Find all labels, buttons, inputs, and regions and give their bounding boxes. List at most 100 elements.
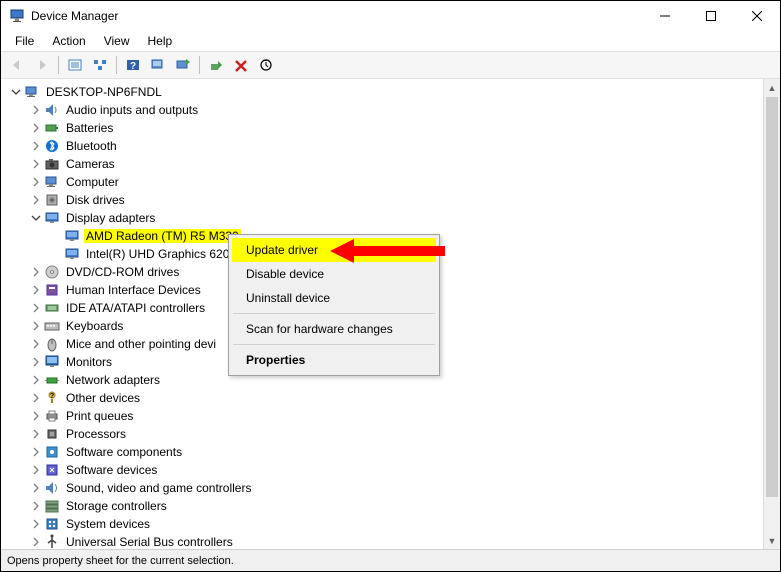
tree-category[interactable]: Sound, video and game controllers xyxy=(5,479,763,497)
tree-label: Other devices xyxy=(64,391,142,405)
toolbar-separator xyxy=(116,56,117,74)
tree-label: Storage controllers xyxy=(64,499,169,513)
toolbar-separator xyxy=(58,56,59,74)
tree-category[interactable]: Universal Serial Bus controllers xyxy=(5,533,763,549)
device-manager-window: Device Manager File Action View Help ? D… xyxy=(0,0,781,572)
tree-root[interactable]: DESKTOP-NP6FNDL xyxy=(5,83,763,101)
scroll-thumb[interactable] xyxy=(766,97,778,497)
menu-action[interactable]: Action xyxy=(44,33,93,49)
expand-icon[interactable] xyxy=(29,158,42,171)
network-icon xyxy=(44,372,60,388)
tree-label: Intel(R) UHD Graphics 620 xyxy=(84,247,231,261)
expand-icon[interactable] xyxy=(29,482,42,495)
bluetooth-icon xyxy=(44,138,60,154)
expand-icon[interactable] xyxy=(29,428,42,441)
tree-label: Sound, video and game controllers xyxy=(64,481,253,495)
expand-icon[interactable] xyxy=(29,338,42,351)
expand-icon[interactable] xyxy=(29,320,42,333)
expand-icon[interactable] xyxy=(29,302,42,315)
tree-label: Display adapters xyxy=(64,211,157,225)
tree-category[interactable]: Display adapters xyxy=(5,209,763,227)
expand-icon[interactable] xyxy=(29,266,42,279)
menu-view[interactable]: View xyxy=(96,33,138,49)
tree-label: Universal Serial Bus controllers xyxy=(64,535,235,549)
menu-help[interactable]: Help xyxy=(140,33,181,49)
tree-category[interactable]: ? Other devices xyxy=(5,389,763,407)
tree-label: Computer xyxy=(64,175,121,189)
collapse-icon[interactable] xyxy=(29,212,42,225)
statusbar-text: Opens property sheet for the current sel… xyxy=(7,555,234,567)
tree-category[interactable]: System devices xyxy=(5,515,763,533)
expand-icon[interactable] xyxy=(29,104,42,117)
tree-category[interactable]: Batteries xyxy=(5,119,763,137)
tree-category[interactable]: Storage controllers xyxy=(5,497,763,515)
window-controls xyxy=(642,1,780,31)
update-driver-button[interactable] xyxy=(171,54,195,76)
dvd-icon xyxy=(44,264,60,280)
close-button[interactable] xyxy=(734,1,780,31)
toolbar: ? xyxy=(1,51,780,79)
storage-icon xyxy=(44,498,60,514)
uninstall-button[interactable] xyxy=(229,54,253,76)
menubar: File Action View Help xyxy=(1,31,780,51)
svg-text:?: ? xyxy=(130,61,136,72)
expand-icon[interactable] xyxy=(29,410,42,423)
usb-icon xyxy=(44,534,60,549)
expand-icon[interactable] xyxy=(29,176,42,189)
expand-icon[interactable] xyxy=(29,356,42,369)
tree-label: DVD/CD-ROM drives xyxy=(64,265,181,279)
expand-icon[interactable] xyxy=(29,446,42,459)
tree-label: Software devices xyxy=(64,463,159,477)
tree-category[interactable]: Processors xyxy=(5,425,763,443)
tree-label: Audio inputs and outputs xyxy=(64,103,200,117)
show-hidden-button[interactable] xyxy=(146,54,170,76)
help-button[interactable]: ? xyxy=(121,54,145,76)
expand-icon[interactable] xyxy=(29,374,42,387)
tree-label: Processors xyxy=(64,427,128,441)
audio-icon xyxy=(44,102,60,118)
properties-button[interactable] xyxy=(63,54,87,76)
svg-text:?: ? xyxy=(50,393,54,400)
expand-icon[interactable] xyxy=(29,140,42,153)
content-area: DESKTOP-NP6FNDL Audio inputs and outputs B… xyxy=(1,79,780,549)
minimize-button[interactable] xyxy=(642,1,688,31)
scroll-up-button[interactable]: ▲ xyxy=(764,79,780,96)
tree-label: Keyboards xyxy=(64,319,125,333)
maximize-button[interactable] xyxy=(688,1,734,31)
context-menu-item[interactable]: Scan for hardware changes xyxy=(232,317,436,341)
battery-icon xyxy=(44,120,60,136)
window-title: Device Manager xyxy=(31,9,642,23)
expand-icon[interactable] xyxy=(29,284,42,297)
context-menu-item[interactable]: Uninstall device xyxy=(232,286,436,310)
expand-icon[interactable] xyxy=(29,500,42,513)
tree-category[interactable]: Cameras xyxy=(5,155,763,173)
expand-icon[interactable] xyxy=(29,518,42,531)
callout-arrow xyxy=(330,239,450,269)
tree-category[interactable]: Disk drives xyxy=(5,191,763,209)
tree-category[interactable]: Computer xyxy=(5,173,763,191)
context-menu-item[interactable]: Properties xyxy=(232,348,436,372)
device-tree-button[interactable] xyxy=(88,54,112,76)
enable-button[interactable] xyxy=(204,54,228,76)
tree-category[interactable]: Print queues xyxy=(5,407,763,425)
collapse-icon[interactable] xyxy=(9,86,22,99)
vertical-scrollbar[interactable]: ▲ ▼ xyxy=(763,79,780,549)
display-icon xyxy=(64,228,80,244)
mouse-icon xyxy=(44,336,60,352)
tree-category[interactable]: Software devices xyxy=(5,461,763,479)
expand-icon[interactable] xyxy=(29,464,42,477)
computer-icon xyxy=(44,174,60,190)
scroll-down-button[interactable]: ▼ xyxy=(764,532,780,549)
tree-category[interactable]: Software components xyxy=(5,443,763,461)
monitor-icon xyxy=(44,354,60,370)
app-icon xyxy=(9,8,25,24)
scan-hardware-button[interactable] xyxy=(254,54,278,76)
menu-file[interactable]: File xyxy=(7,33,42,49)
expand-icon[interactable] xyxy=(29,122,42,135)
expand-icon[interactable] xyxy=(29,536,42,549)
tree-category[interactable]: Audio inputs and outputs xyxy=(5,101,763,119)
expand-icon[interactable] xyxy=(29,194,42,207)
tree-category[interactable]: Bluetooth xyxy=(5,137,763,155)
ide-icon xyxy=(44,300,60,316)
expand-icon[interactable] xyxy=(29,392,42,405)
